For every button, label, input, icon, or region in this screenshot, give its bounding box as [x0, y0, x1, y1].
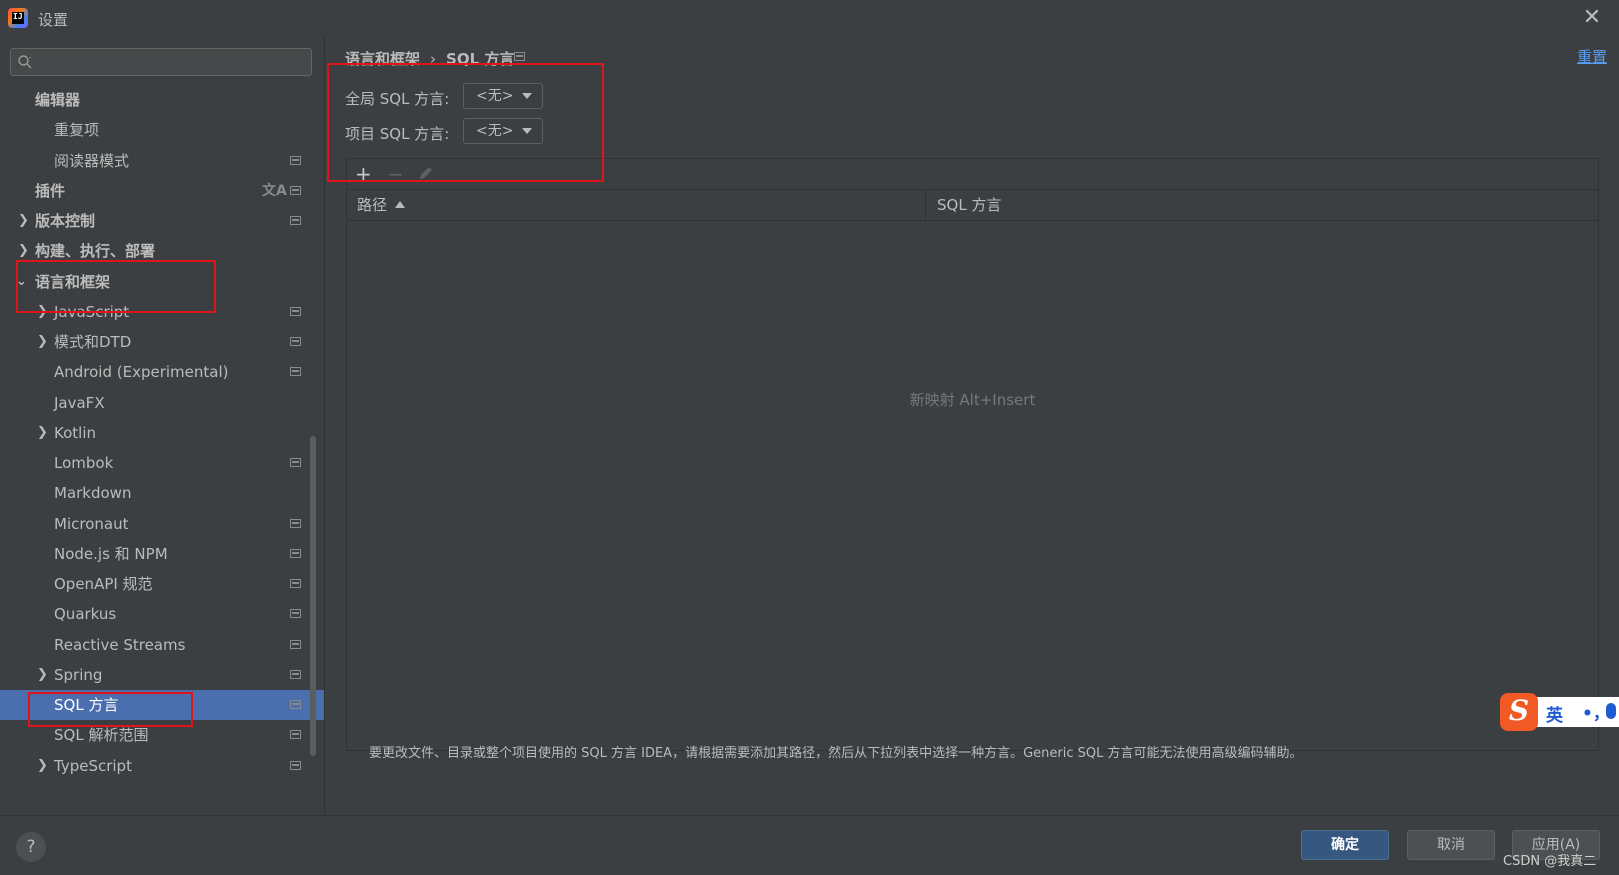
sidebar-item-label: 插件	[35, 182, 66, 200]
project-level-icon	[290, 216, 301, 225]
cancel-button[interactable]: 取消	[1407, 830, 1495, 860]
sidebar-item-label: Micronaut	[54, 515, 129, 533]
project-level-icon	[290, 519, 301, 528]
sogou-logo-icon: S	[1500, 693, 1538, 731]
sidebar-item-label: Quarkus	[54, 605, 117, 623]
sidebar-item-reactive-streams[interactable]: Reactive Streams	[0, 630, 324, 660]
project-level-icon	[290, 761, 301, 770]
ime-language[interactable]: 英	[1546, 701, 1563, 726]
ime-toolbar[interactable]: 英 •， S	[1500, 693, 1619, 731]
column-header-label: 路径	[357, 196, 388, 214]
search-icon	[18, 55, 32, 69]
project-level-icon	[290, 458, 301, 467]
search-input[interactable]	[41, 51, 309, 75]
sidebar-item-nodejs-npm[interactable]: Node.js 和 NPM	[0, 539, 324, 569]
project-level-icon	[290, 367, 301, 376]
dialect-mapping-table: + − 路径 SQL 方言 新映射 Alt+Insert	[346, 158, 1599, 751]
sidebar-item-typescript[interactable]: ❯ TypeScript	[0, 751, 324, 781]
project-level-icon	[290, 579, 301, 588]
sidebar-item-label: 模式和DTD	[54, 333, 132, 351]
microphone-icon[interactable]	[1606, 703, 1616, 719]
table-header: 路径 SQL 方言	[347, 190, 1598, 221]
annotation-box-dialect-settings	[327, 63, 604, 182]
chevron-right-icon[interactable]: ❯	[37, 418, 49, 448]
sidebar-item-schemas-dtds[interactable]: ❯ 模式和DTD	[0, 327, 324, 357]
sidebar-item-label: Kotlin	[54, 424, 96, 442]
sidebar-item-openapi[interactable]: OpenAPI 规范	[0, 569, 324, 599]
sidebar-item-spring[interactable]: ❯ Spring	[0, 660, 324, 690]
sidebar-item-reader-mode[interactable]: 阅读器模式	[0, 146, 324, 176]
sidebar-item-micronaut[interactable]: Micronaut	[0, 509, 324, 539]
sidebar-item-label: 阅读器模式	[54, 152, 130, 170]
search-box[interactable]	[10, 48, 312, 76]
sidebar-scrollbar[interactable]	[310, 436, 316, 756]
intellij-logo-icon: IJ	[8, 8, 28, 28]
ok-button[interactable]: 确定	[1301, 830, 1389, 860]
project-level-icon	[290, 337, 301, 346]
chevron-right-icon[interactable]: ❯	[37, 660, 49, 690]
sidebar-item-lombok[interactable]: Lombok	[0, 448, 324, 478]
sidebar-item-label: 编辑器	[35, 91, 81, 109]
sidebar-item-label: 重复项	[54, 121, 100, 139]
project-level-icon	[290, 730, 301, 739]
empty-table-text: 新映射 Alt+Insert	[909, 391, 1036, 409]
sidebar-item-label: Android (Experimental)	[54, 363, 229, 381]
sidebar-item-markdown[interactable]: Markdown	[0, 478, 324, 508]
sort-ascending-icon	[395, 201, 406, 208]
column-header-sql-dialect[interactable]: SQL 方言	[937, 190, 1001, 220]
sidebar-item-label: Lombok	[54, 454, 114, 472]
project-level-icon	[514, 52, 525, 61]
window-title: 设置	[38, 11, 69, 29]
sidebar-item-version-control[interactable]: ❯ 版本控制	[0, 206, 324, 236]
dialog-footer: ? 确定 取消 应用(A) CSDN @我真二	[0, 815, 1619, 875]
annotation-box-languages	[16, 260, 216, 313]
sidebar-item-kotlin[interactable]: ❯ Kotlin	[0, 418, 324, 448]
project-level-icon	[290, 700, 301, 709]
project-level-icon	[290, 549, 301, 558]
ime-bar: 英 •，	[1534, 697, 1619, 727]
sidebar-item-label: Node.js 和 NPM	[54, 545, 168, 563]
sidebar-item-label: 版本控制	[35, 212, 96, 230]
help-button[interactable]: ?	[16, 832, 46, 862]
project-level-icon	[290, 670, 301, 679]
sidebar-item-javafx[interactable]: JavaFX	[0, 388, 324, 418]
sidebar-item-android[interactable]: Android (Experimental)	[0, 357, 324, 387]
sidebar-item-editor[interactable]: 编辑器	[0, 85, 324, 115]
chevron-right-icon[interactable]: ❯	[37, 751, 49, 781]
title-bar: IJ 设置 ✕	[0, 0, 1619, 36]
reset-link[interactable]: 重置	[1577, 46, 1607, 67]
sidebar-item-label: Spring	[54, 666, 103, 684]
sidebar-item-label: Markdown	[54, 484, 132, 502]
sidebar-item-label: TypeScript	[54, 757, 132, 775]
project-level-icon	[290, 156, 301, 165]
column-header-path[interactable]: 路径	[357, 190, 406, 220]
hint-text: 要更改文件、目录或整个项目使用的 SQL 方言 IDEA，请根据需要添加其路径，…	[369, 746, 1303, 761]
chevron-right-icon[interactable]: ❯	[18, 206, 30, 236]
project-level-icon	[290, 640, 301, 649]
sidebar-item-label: Reactive Streams	[54, 636, 186, 654]
column-divider[interactable]	[925, 190, 926, 220]
csdn-watermark: CSDN @我真二	[1503, 854, 1597, 869]
project-level-icon	[290, 307, 301, 316]
sidebar-item-quarkus[interactable]: Quarkus	[0, 599, 324, 629]
sidebar-item-label: OpenAPI 规范	[54, 575, 153, 593]
close-icon[interactable]: ✕	[1579, 6, 1605, 32]
project-level-icon	[290, 609, 301, 618]
translate-icon: 文A	[262, 183, 287, 199]
annotation-box-sql-dialects	[28, 692, 193, 727]
project-level-icon	[290, 186, 301, 195]
sidebar-item-duplicates[interactable]: 重复项	[0, 115, 324, 145]
sidebar-item-plugins[interactable]: 插件 文A	[0, 176, 324, 206]
chevron-right-icon[interactable]: ❯	[37, 327, 49, 357]
sidebar-item-label: JavaFX	[54, 394, 105, 412]
